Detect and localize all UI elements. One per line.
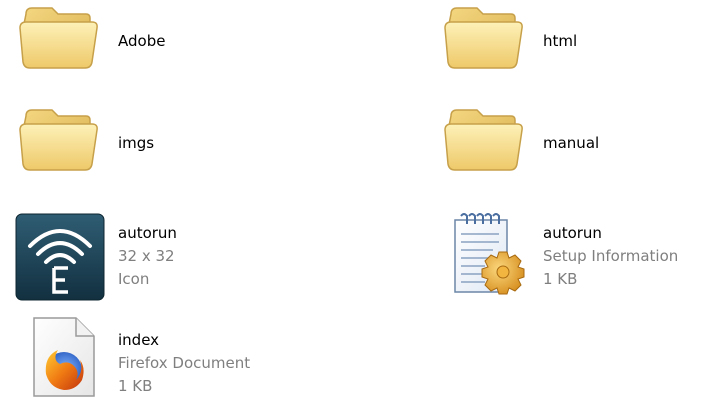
file-item-index[interactable]: index Firefox Document 1 KB bbox=[0, 316, 360, 398]
setup-info-icon bbox=[441, 210, 537, 295]
file-type: Firefox Document bbox=[118, 354, 251, 372]
folder-icon bbox=[443, 106, 539, 178]
file-name: autorun bbox=[543, 224, 602, 242]
file-item-autorun-icon[interactable]: autorun 32 x 32 Icon bbox=[0, 213, 360, 301]
folder-item-html[interactable]: html bbox=[425, 0, 725, 80]
folder-item-imgs[interactable]: imgs bbox=[0, 102, 360, 182]
file-name: index bbox=[118, 331, 160, 349]
firefox-document-icon bbox=[28, 316, 124, 397]
folder-icon bbox=[18, 106, 114, 178]
file-item-autorun-setup-information[interactable]: autorun Setup Information 1 KB bbox=[425, 213, 728, 298]
file-type: Setup Information bbox=[543, 247, 679, 265]
file-list-view: Adobe html imgs manual autorun 32 x 32 I… bbox=[0, 0, 728, 406]
folder-icon bbox=[443, 4, 539, 76]
wireless-e-icon bbox=[14, 212, 110, 301]
file-name: imgs bbox=[118, 134, 155, 152]
file-name: html bbox=[543, 32, 578, 50]
folder-item-adobe[interactable]: Adobe bbox=[0, 0, 360, 80]
file-dimensions: 32 x 32 bbox=[118, 247, 175, 265]
file-name: manual bbox=[543, 134, 600, 152]
file-size: 1 KB bbox=[543, 270, 578, 288]
file-name: Adobe bbox=[118, 32, 166, 50]
folder-item-manual[interactable]: manual bbox=[425, 102, 725, 182]
folder-icon bbox=[18, 4, 114, 76]
file-name: autorun bbox=[118, 224, 177, 242]
file-size: 1 KB bbox=[118, 377, 153, 395]
file-type: Icon bbox=[118, 270, 150, 288]
